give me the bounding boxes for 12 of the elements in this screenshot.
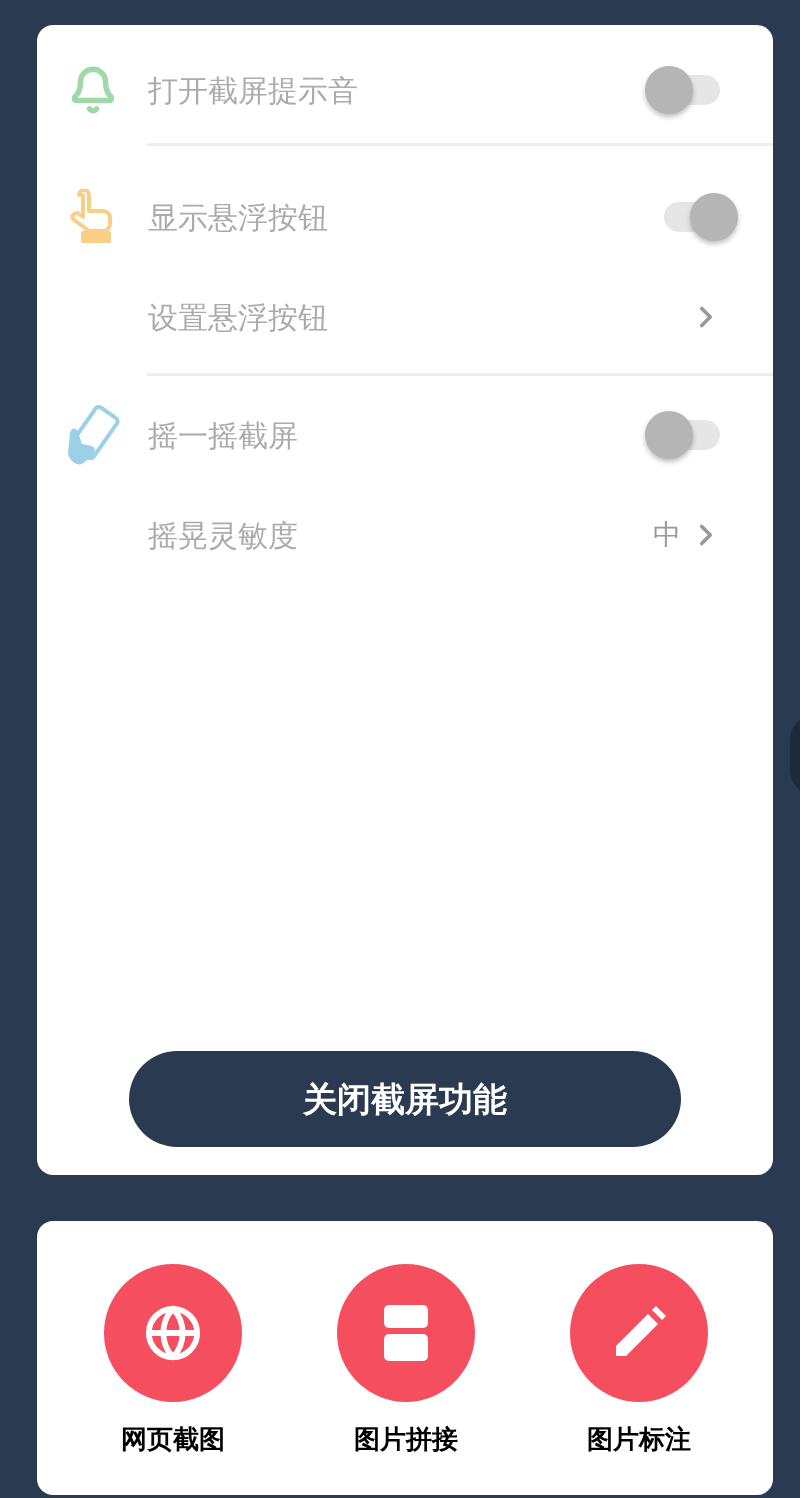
disable-screenshot-button[interactable]: 关闭截屏功能 [129, 1051, 681, 1147]
setting-label: 设置悬浮按钮 [148, 299, 329, 336]
tool-label: 图片标注 [586, 1423, 691, 1456]
setting-label: 摇晃灵敏度 [148, 517, 299, 554]
setting-label: 打开截屏提示音 [148, 72, 359, 109]
setting-label: 显示悬浮按钮 [148, 199, 329, 236]
setting-label: 摇一摇截屏 [148, 417, 299, 454]
globe-icon [143, 1304, 202, 1362]
tool-label: 图片拼接 [353, 1423, 458, 1456]
split-frame-icon [383, 1305, 428, 1361]
tool-label: 网页截图 [120, 1423, 225, 1456]
setting-value: 中 [653, 518, 681, 552]
